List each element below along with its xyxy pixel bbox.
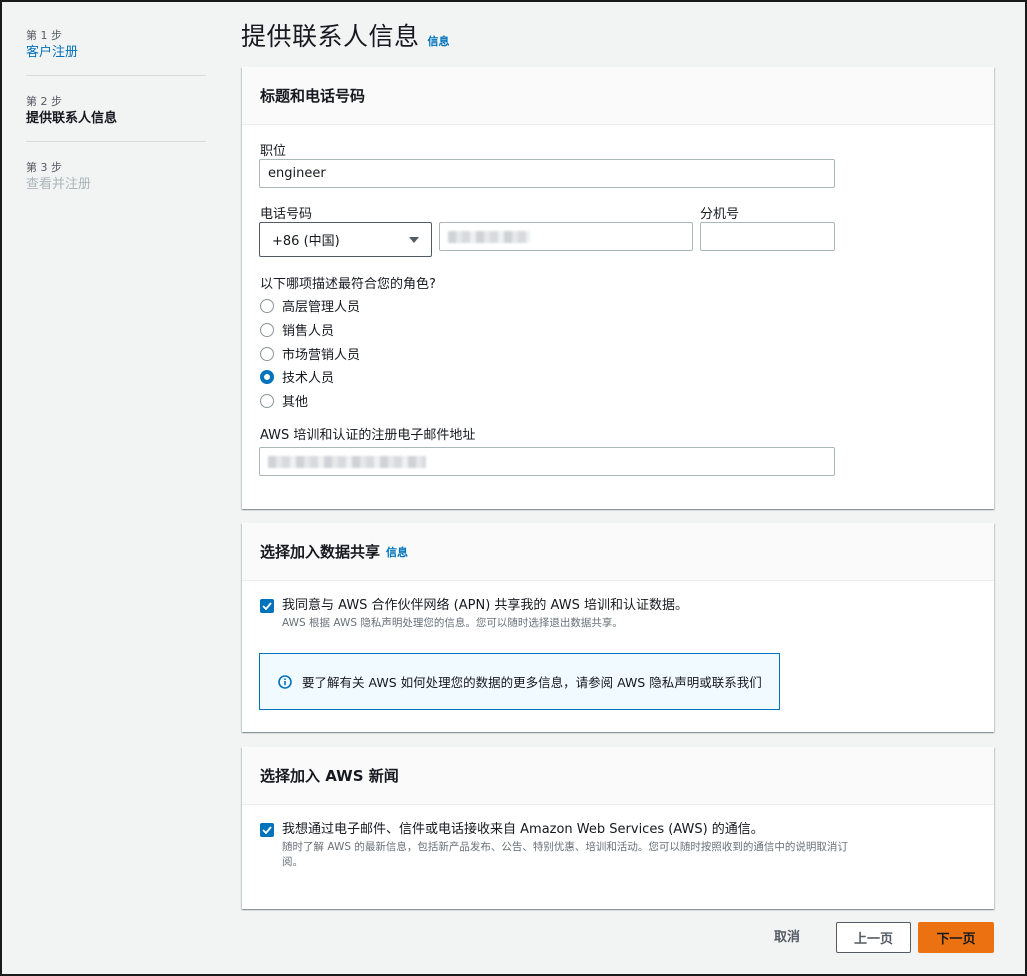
page-info-link[interactable]: 信息 [428, 33, 450, 49]
role-option-sales[interactable]: 销售人员 [260, 320, 334, 339]
panel-title: 选择加入数据共享 [260, 543, 381, 561]
panel-header: 选择加入数据共享 信息 [242, 523, 994, 581]
page-header: 提供联系人信息 信息 [241, 17, 450, 53]
panel-header: 标题和电话号码 [242, 67, 994, 125]
check-icon [262, 602, 272, 610]
data-sharing-consent[interactable]: 我同意与 AWS 合作伙伴网络 (APN) 共享我的 AWS 培训和认证数据。 … [260, 597, 688, 631]
step-number: 第 2 步 [26, 95, 62, 108]
step-2-label: 提供联系人信息 [26, 111, 118, 126]
extension-input[interactable] [700, 222, 835, 251]
role-option-label: 市场营销人员 [282, 348, 361, 363]
step-1: 第 1 步 客户注册 [26, 24, 206, 76]
step-2: 第 2 步 提供联系人信息 [26, 90, 206, 142]
consent-subtext: 随时了解 AWS 的最新信息，包括新产品发布、公告、特别优惠、培训和活动。您可以… [282, 841, 848, 868]
caret-down-icon [409, 236, 419, 243]
phone-label: 电话号码 [260, 207, 313, 222]
step-number: 第 3 步 [26, 161, 62, 174]
role-option-label: 其他 [282, 395, 309, 410]
checkbox-checked[interactable] [260, 823, 274, 837]
privacy-info-alert: 要了解有关 AWS 如何处理您的数据的更多信息，请参阅 AWS 隐私声明或联系我… [259, 653, 780, 710]
alert-text: 要了解有关 AWS 如何处理您的数据的更多信息，请参阅 AWS 隐私声明或联系我… [302, 675, 762, 690]
step-3: 第 3 步 查看并注册 [26, 156, 206, 207]
role-option-label: 技术人员 [282, 371, 335, 386]
role-option-other[interactable]: 其他 [260, 391, 308, 410]
radio-button[interactable] [260, 346, 274, 361]
redacted-phone [448, 230, 530, 243]
email-input[interactable] [259, 447, 835, 476]
next-button[interactable]: 下一页 [918, 922, 994, 953]
panel-title: 选择加入 AWS 新闻 [260, 767, 399, 785]
checkbox-checked[interactable] [260, 599, 274, 613]
role-option-label: 销售人员 [282, 324, 335, 339]
consent-text: 我想通过电子邮件、信件或电话接收来自 Amazon Web Services (… [282, 822, 764, 837]
phone-number-input[interactable] [439, 222, 693, 251]
email-label: AWS 培训和认证的注册电子邮件地址 [260, 428, 476, 443]
job-title-input[interactable]: engineer [259, 159, 835, 188]
role-option-label: 高层管理人员 [282, 300, 361, 315]
previous-button[interactable]: 上一页 [836, 922, 911, 953]
consent-subtext: AWS 根据 AWS 隐私声明处理您的信息。您可以随时选择退出数据共享。 [282, 617, 623, 629]
consent-text: 我同意与 AWS 合作伙伴网络 (APN) 共享我的 AWS 培训和认证数据。 [282, 598, 688, 613]
step-1-link[interactable]: 客户注册 [26, 44, 206, 62]
panel-header: 选择加入 AWS 新闻 [242, 747, 994, 805]
extension-label: 分机号 [700, 207, 740, 222]
radio-button[interactable] [260, 298, 274, 313]
panel-title: 标题和电话号码 [260, 87, 366, 105]
info-icon [278, 674, 292, 689]
step-3-label: 查看并注册 [26, 177, 92, 192]
title-phone-panel: 标题和电话号码 职位 engineer 电话号码 +86 (中国) 分机号 以下… [242, 67, 994, 509]
country-code-value: +86 (中国) [272, 234, 340, 249]
page-title: 提供联系人信息 [241, 22, 420, 51]
step-number: 第 1 步 [26, 29, 62, 42]
news-consent[interactable]: 我想通过电子邮件、信件或电话接收来自 Amazon Web Services (… [260, 821, 860, 870]
country-code-select[interactable]: +86 (中国) [259, 222, 432, 257]
redacted-email [268, 455, 426, 468]
radio-button[interactable] [260, 322, 274, 337]
wizard-steps: 第 1 步 客户注册 第 2 步 提供联系人信息 第 3 步 查看并注册 [26, 24, 206, 221]
role-option-executive[interactable]: 高层管理人员 [260, 296, 360, 315]
radio-button[interactable] [260, 393, 274, 408]
aws-news-panel: 选择加入 AWS 新闻 我想通过电子邮件、信件或电话接收来自 Amazon We… [242, 747, 994, 909]
check-icon [262, 826, 272, 834]
cancel-button[interactable]: 取消 [774, 926, 800, 945]
data-sharing-panel: 选择加入数据共享 信息 我同意与 AWS 合作伙伴网络 (APN) 共享我的 A… [242, 523, 994, 732]
data-sharing-info-link[interactable]: 信息 [386, 544, 408, 560]
job-title-label: 职位 [260, 144, 287, 159]
radio-button-checked[interactable] [260, 369, 274, 384]
role-option-technical[interactable]: 技术人员 [260, 367, 334, 386]
role-option-marketing[interactable]: 市场营销人员 [260, 344, 360, 363]
role-question: 以下哪项描述最符合您的角色? [260, 277, 436, 292]
